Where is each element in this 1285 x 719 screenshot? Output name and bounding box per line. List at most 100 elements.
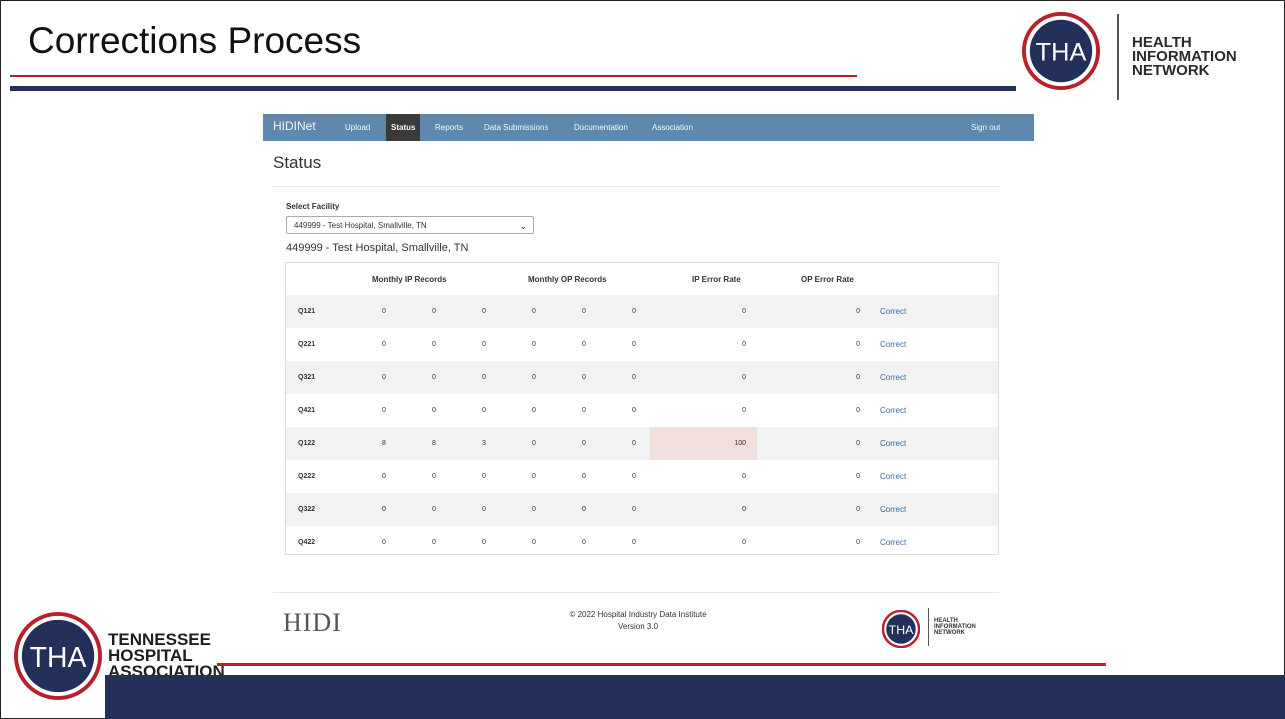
ip-error-rate-cell: 0 <box>742 341 746 348</box>
header-ip-error-rate: IP Error Rate <box>692 275 741 284</box>
tha-logo-icon: THA <box>1022 12 1100 90</box>
op-record-cell: 0 <box>532 374 536 381</box>
correct-link[interactable]: Correct <box>880 427 906 460</box>
title-rule-red <box>10 75 857 77</box>
slide-title: Corrections Process <box>28 20 362 61</box>
op-record-cell: 0 <box>532 341 536 348</box>
ip-record-cell: 0 <box>482 308 486 315</box>
chevron-down-icon: ⌄ <box>519 221 527 231</box>
quarter-cell: Q421 <box>298 407 316 414</box>
ip-record-cell: 0 <box>432 506 436 513</box>
correct-link[interactable]: Correct <box>880 526 906 559</box>
small-brand-text: HEALTH INFORMATION NETWORK <box>934 618 976 636</box>
ip-record-cell: 0 <box>432 341 436 348</box>
ip-record-cell: 0 <box>382 341 386 348</box>
ip-record-cell: 0 <box>382 473 386 480</box>
ip-record-cell: 0 <box>432 407 436 414</box>
ip-error-rate-cell: 0 <box>742 407 746 414</box>
bottom-bar-navy <box>105 675 1285 719</box>
bottom-rule-red <box>217 663 1106 666</box>
op-record-cell: 0 <box>582 473 586 480</box>
ip-record-cell: 0 <box>382 506 386 513</box>
nav-status[interactable]: Status <box>386 114 421 141</box>
brand-divider <box>1117 14 1119 100</box>
op-record-cell: 0 <box>632 440 636 447</box>
nav-sign-out[interactable]: Sign out <box>971 114 1000 141</box>
correct-link[interactable]: Correct <box>880 328 906 361</box>
op-record-cell: 0 <box>582 407 586 414</box>
table-row: Q121 0 0 0 0 0 0 0 0 Correct <box>286 295 998 328</box>
op-record-cell: 0 <box>532 539 536 546</box>
quarter-cell: Q222 <box>298 473 316 480</box>
op-record-cell: 0 <box>532 407 536 414</box>
ip-error-rate-cell: 0 <box>742 506 746 513</box>
ip-record-cell: 8 <box>382 440 386 447</box>
ip-record-cell: 0 <box>482 341 486 348</box>
op-record-cell: 0 <box>632 341 636 348</box>
tha-association-logo-text: THA <box>30 642 87 674</box>
brand-text: HEALTH INFORMATION NETWORK <box>1132 35 1237 79</box>
nav-brand[interactable]: HIDINet <box>273 119 316 133</box>
op-record-cell: 0 <box>582 341 586 348</box>
op-error-rate-cell: 0 <box>856 341 860 348</box>
title-rule-navy <box>10 86 1016 91</box>
quarter-cell: Q122 <box>298 440 316 447</box>
quarter-cell: Q422 <box>298 539 316 546</box>
facility-select-value: 449999 - Test Hospital, Smallville, TN <box>294 221 427 230</box>
op-error-rate-cell: 0 <box>856 440 860 447</box>
correct-link[interactable]: Correct <box>880 361 906 394</box>
op-record-cell: 0 <box>532 506 536 513</box>
ip-record-cell: 0 <box>432 374 436 381</box>
correct-link[interactable]: Correct <box>880 295 906 328</box>
op-record-cell: 0 <box>632 308 636 315</box>
op-record-cell: 0 <box>582 440 586 447</box>
quarter-cell: Q221 <box>298 341 316 348</box>
tha-logo-text: THA <box>1036 39 1087 67</box>
nav-reports[interactable]: Reports <box>435 114 463 141</box>
correct-link[interactable]: Correct <box>880 493 906 526</box>
nav-documentation[interactable]: Documentation <box>574 114 628 141</box>
correct-link[interactable]: Correct <box>880 460 906 493</box>
op-record-cell: 0 <box>582 374 586 381</box>
tha-small-logo-text: THA <box>889 623 914 637</box>
ip-record-cell: 0 <box>432 308 436 315</box>
op-record-cell: 0 <box>532 308 536 315</box>
ip-record-cell: 0 <box>482 539 486 546</box>
nav-data-submissions[interactable]: Data Submissions <box>484 114 548 141</box>
ip-record-cell: 0 <box>382 308 386 315</box>
quarter-cell: Q321 <box>298 374 316 381</box>
brand-line-3: NETWORK <box>1132 62 1210 79</box>
facility-select[interactable]: 449999 - Test Hospital, Smallville, TN ⌄ <box>286 216 534 234</box>
op-record-cell: 0 <box>532 440 536 447</box>
facility-heading: 449999 - Test Hospital, Smallville, TN <box>286 242 469 254</box>
nav-upload[interactable]: Upload <box>345 114 370 141</box>
op-error-rate-cell: 0 <box>856 506 860 513</box>
divider <box>273 186 999 187</box>
table-row: Q322 0 0 0 0 0 0 0 0 Correct <box>286 493 998 526</box>
header-monthly-ip: Monthly IP Records <box>372 275 447 284</box>
table-row: Q122 8 8 3 0 0 0 100 0 Correct <box>286 427 998 460</box>
tha-association-logo-icon: THA <box>14 612 102 700</box>
ip-error-rate-cell: 0 <box>742 374 746 381</box>
footer-divider <box>273 592 999 593</box>
correct-link[interactable]: Correct <box>880 394 906 427</box>
table-row: Q321 0 0 0 0 0 0 0 0 Correct <box>286 361 998 394</box>
op-record-cell: 0 <box>632 473 636 480</box>
ip-record-cell: 0 <box>482 473 486 480</box>
ip-record-cell: 3 <box>482 440 486 447</box>
op-error-rate-cell: 0 <box>856 473 860 480</box>
table-row: Q421 0 0 0 0 0 0 0 0 Correct <box>286 394 998 427</box>
header-op-error-rate: OP Error Rate <box>801 275 854 284</box>
nav-association[interactable]: Association <box>652 114 693 141</box>
header-monthly-op: Monthly OP Records <box>528 275 607 284</box>
ip-error-rate-cell: 100 <box>734 440 746 447</box>
ip-record-cell: 0 <box>482 374 486 381</box>
ip-record-cell: 0 <box>432 473 436 480</box>
table-row: Q222 0 0 0 0 0 0 0 0 Correct <box>286 460 998 493</box>
op-error-rate-cell: 0 <box>856 308 860 315</box>
op-record-cell: 0 <box>632 407 636 414</box>
op-error-rate-cell: 0 <box>856 539 860 546</box>
ip-record-cell: 0 <box>482 506 486 513</box>
ip-record-cell: 0 <box>432 539 436 546</box>
footer-copyright: © 2022 Hospital Industry Data Institute … <box>523 609 753 633</box>
